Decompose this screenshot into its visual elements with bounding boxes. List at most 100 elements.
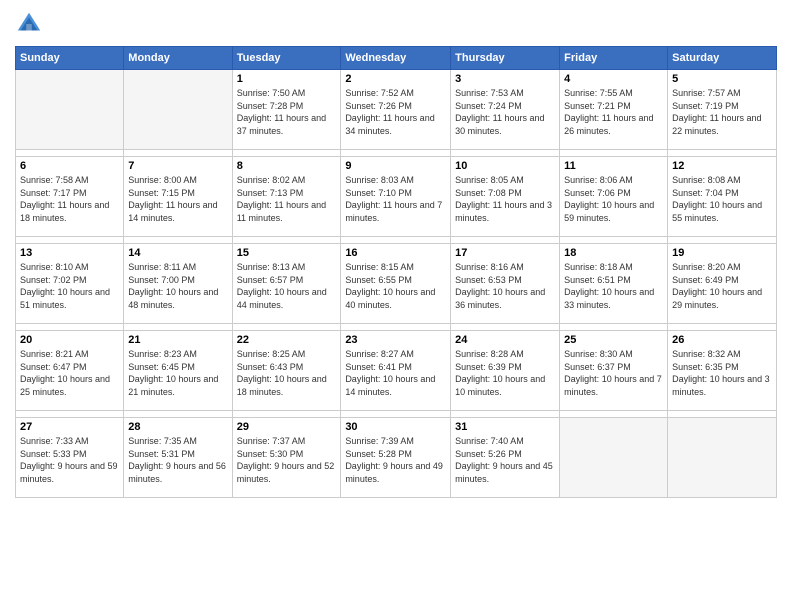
calendar-cell: 6 Sunrise: 7:58 AMSunset: 7:17 PMDaylight… [16, 157, 124, 237]
week-separator [16, 324, 777, 331]
day-number: 3 [455, 73, 555, 85]
day-number: 7 [128, 160, 227, 172]
calendar-cell: 11 Sunrise: 8:06 AMSunset: 7:06 PMDayligh… [560, 157, 668, 237]
weekday-header-friday: Friday [560, 47, 668, 70]
day-number: 21 [128, 334, 227, 346]
day-number: 19 [672, 247, 772, 259]
day-info: Sunrise: 7:39 AMSunset: 5:28 PMDaylight:… [345, 435, 446, 485]
calendar-cell [560, 418, 668, 498]
day-info: Sunrise: 8:21 AMSunset: 6:47 PMDaylight:… [20, 348, 119, 398]
weekday-header-row: SundayMondayTuesdayWednesdayThursdayFrid… [16, 47, 777, 70]
day-number: 17 [455, 247, 555, 259]
day-number: 31 [455, 421, 555, 433]
day-number: 29 [237, 421, 337, 433]
day-number: 25 [564, 334, 663, 346]
day-info: Sunrise: 7:58 AMSunset: 7:17 PMDaylight:… [20, 174, 119, 224]
calendar-cell: 18 Sunrise: 8:18 AMSunset: 6:51 PMDayligh… [560, 244, 668, 324]
week-row-2: 6 Sunrise: 7:58 AMSunset: 7:17 PMDaylight… [16, 157, 777, 237]
day-info: Sunrise: 8:28 AMSunset: 6:39 PMDaylight:… [455, 348, 555, 398]
day-number: 24 [455, 334, 555, 346]
day-info: Sunrise: 7:55 AMSunset: 7:21 PMDaylight:… [564, 87, 663, 137]
calendar-cell: 1Sunrise: 7:50 AMSunset: 7:28 PMDaylight… [232, 70, 341, 150]
calendar-cell: 26 Sunrise: 8:32 AMSunset: 6:35 PMDayligh… [668, 331, 777, 411]
day-number: 27 [20, 421, 119, 433]
weekday-header-monday: Monday [124, 47, 232, 70]
calendar-cell: 5Sunrise: 7:57 AMSunset: 7:19 PMDaylight… [668, 70, 777, 150]
day-info: Sunrise: 7:40 AMSunset: 5:26 PMDaylight:… [455, 435, 555, 485]
day-number: 22 [237, 334, 337, 346]
day-number: 11 [564, 160, 663, 172]
calendar-cell: 22 Sunrise: 8:25 AMSunset: 6:43 PMDayligh… [232, 331, 341, 411]
day-number: 14 [128, 247, 227, 259]
day-number: 30 [345, 421, 446, 433]
calendar-cell: 8Sunrise: 8:02 AMSunset: 7:13 PMDaylight… [232, 157, 341, 237]
day-info: Sunrise: 8:32 AMSunset: 6:35 PMDaylight:… [672, 348, 772, 398]
week-row-4: 20Sunrise: 8:21 AMSunset: 6:47 PMDayligh… [16, 331, 777, 411]
day-number: 10 [455, 160, 555, 172]
day-info: Sunrise: 8:15 AMSunset: 6:55 PMDaylight:… [345, 261, 446, 311]
day-info: Sunrise: 8:18 AMSunset: 6:51 PMDaylight:… [564, 261, 663, 311]
day-info: Sunrise: 8:08 AMSunset: 7:04 PMDaylight:… [672, 174, 772, 224]
calendar-cell: 24 Sunrise: 8:28 AMSunset: 6:39 PMDayligh… [451, 331, 560, 411]
calendar-cell [124, 70, 232, 150]
calendar-cell: 2Sunrise: 7:52 AMSunset: 7:26 PMDaylight… [341, 70, 451, 150]
day-number: 28 [128, 421, 227, 433]
day-info: Sunrise: 7:33 AMSunset: 5:33 PMDaylight:… [20, 435, 119, 485]
day-info: Sunrise: 8:30 AMSunset: 6:37 PMDaylight:… [564, 348, 663, 398]
calendar-cell: 15 Sunrise: 8:13 AMSunset: 6:57 PMDayligh… [232, 244, 341, 324]
week-separator [16, 150, 777, 157]
week-separator [16, 411, 777, 418]
calendar-cell: 12 Sunrise: 8:08 AMSunset: 7:04 PMDayligh… [668, 157, 777, 237]
day-number: 13 [20, 247, 119, 259]
logo-icon [15, 10, 43, 38]
day-info: Sunrise: 8:00 AMSunset: 7:15 PMDaylight:… [128, 174, 227, 224]
day-info: Sunrise: 8:06 AMSunset: 7:06 PMDaylight:… [564, 174, 663, 224]
day-info: Sunrise: 8:05 AMSunset: 7:08 PMDaylight:… [455, 174, 555, 224]
calendar-cell: 20Sunrise: 8:21 AMSunset: 6:47 PMDayligh… [16, 331, 124, 411]
day-number: 15 [237, 247, 337, 259]
calendar-cell: 7 Sunrise: 8:00 AMSunset: 7:15 PMDaylight… [124, 157, 232, 237]
weekday-header-thursday: Thursday [451, 47, 560, 70]
calendar-cell: 19 Sunrise: 8:20 AMSunset: 6:49 PMDayligh… [668, 244, 777, 324]
week-row-1: 1Sunrise: 7:50 AMSunset: 7:28 PMDaylight… [16, 70, 777, 150]
logo [15, 10, 45, 38]
day-info: Sunrise: 8:03 AMSunset: 7:10 PMDaylight:… [345, 174, 446, 224]
calendar-cell: 9 Sunrise: 8:03 AMSunset: 7:10 PMDaylight… [341, 157, 451, 237]
weekday-header-wednesday: Wednesday [341, 47, 451, 70]
calendar: SundayMondayTuesdayWednesdayThursdayFrid… [15, 46, 777, 498]
day-number: 12 [672, 160, 772, 172]
calendar-cell [16, 70, 124, 150]
calendar-cell: 31 Sunrise: 7:40 AMSunset: 5:26 PMDayligh… [451, 418, 560, 498]
weekday-header-sunday: Sunday [16, 47, 124, 70]
calendar-cell: 4 Sunrise: 7:55 AMSunset: 7:21 PMDaylight… [560, 70, 668, 150]
day-info: Sunrise: 8:11 AMSunset: 7:00 PMDaylight:… [128, 261, 227, 311]
day-number: 16 [345, 247, 446, 259]
calendar-cell: 13 Sunrise: 8:10 AMSunset: 7:02 PMDayligh… [16, 244, 124, 324]
day-number: 18 [564, 247, 663, 259]
day-info: Sunrise: 8:20 AMSunset: 6:49 PMDaylight:… [672, 261, 772, 311]
calendar-cell: 21 Sunrise: 8:23 AMSunset: 6:45 PMDayligh… [124, 331, 232, 411]
week-row-5: 27 Sunrise: 7:33 AMSunset: 5:33 PMDayligh… [16, 418, 777, 498]
day-info: Sunrise: 8:23 AMSunset: 6:45 PMDaylight:… [128, 348, 227, 398]
day-info: Sunrise: 7:50 AMSunset: 7:28 PMDaylight:… [237, 87, 337, 137]
day-number: 23 [345, 334, 446, 346]
calendar-cell: 14 Sunrise: 8:11 AMSunset: 7:00 PMDayligh… [124, 244, 232, 324]
day-info: Sunrise: 7:35 AMSunset: 5:31 PMDaylight:… [128, 435, 227, 485]
calendar-cell [668, 418, 777, 498]
week-row-3: 13 Sunrise: 8:10 AMSunset: 7:02 PMDayligh… [16, 244, 777, 324]
calendar-cell: 28 Sunrise: 7:35 AMSunset: 5:31 PMDayligh… [124, 418, 232, 498]
day-info: Sunrise: 8:25 AMSunset: 6:43 PMDaylight:… [237, 348, 337, 398]
calendar-cell: 10 Sunrise: 8:05 AMSunset: 7:08 PMDayligh… [451, 157, 560, 237]
day-number: 9 [345, 160, 446, 172]
day-number: 5 [672, 73, 772, 85]
day-info: Sunrise: 8:10 AMSunset: 7:02 PMDaylight:… [20, 261, 119, 311]
day-number: 26 [672, 334, 772, 346]
day-number: 6 [20, 160, 119, 172]
calendar-cell: 17Sunrise: 8:16 AMSunset: 6:53 PMDayligh… [451, 244, 560, 324]
day-number: 4 [564, 73, 663, 85]
day-info: Sunrise: 8:13 AMSunset: 6:57 PMDaylight:… [237, 261, 337, 311]
day-number: 2 [345, 73, 446, 85]
calendar-cell: 16 Sunrise: 8:15 AMSunset: 6:55 PMDayligh… [341, 244, 451, 324]
week-separator [16, 237, 777, 244]
day-info: Sunrise: 7:53 AMSunset: 7:24 PMDaylight:… [455, 87, 555, 137]
